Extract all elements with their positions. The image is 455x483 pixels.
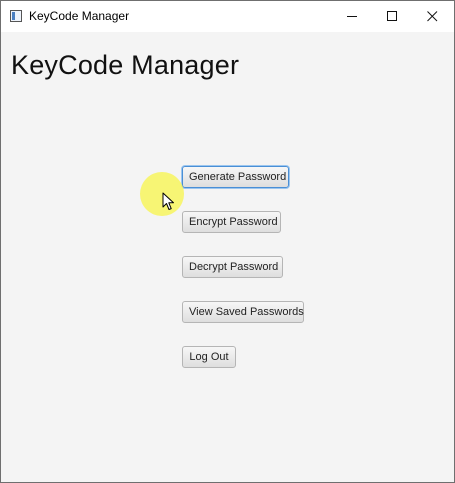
title-bar[interactable]: KeyCode Manager [1,1,454,32]
close-icon [427,11,438,22]
cursor-highlight [140,172,184,216]
maximize-icon [387,11,397,21]
close-button[interactable] [411,1,453,32]
minimize-icon [347,16,357,17]
decrypt-password-button[interactable]: Decrypt Password [182,256,283,278]
maximize-button[interactable] [371,1,413,32]
app-window-icon [10,10,22,22]
page-title: KeyCode Manager [11,50,240,80]
minimize-button[interactable] [331,1,373,32]
encrypt-password-button[interactable]: Encrypt Password [182,211,281,233]
app-window: KeyCode Manager KeyCode Manager Generate… [0,0,455,483]
generate-password-button[interactable]: Generate Password [182,166,289,188]
log-out-button[interactable]: Log Out [182,346,236,368]
main-panel: KeyCode Manager Generate Password Encryp… [1,32,454,482]
view-saved-passwords-button[interactable]: View Saved Passwords [182,301,304,323]
mouse-pointer-icon [162,192,174,210]
window-title: KeyCode Manager [29,9,130,23]
